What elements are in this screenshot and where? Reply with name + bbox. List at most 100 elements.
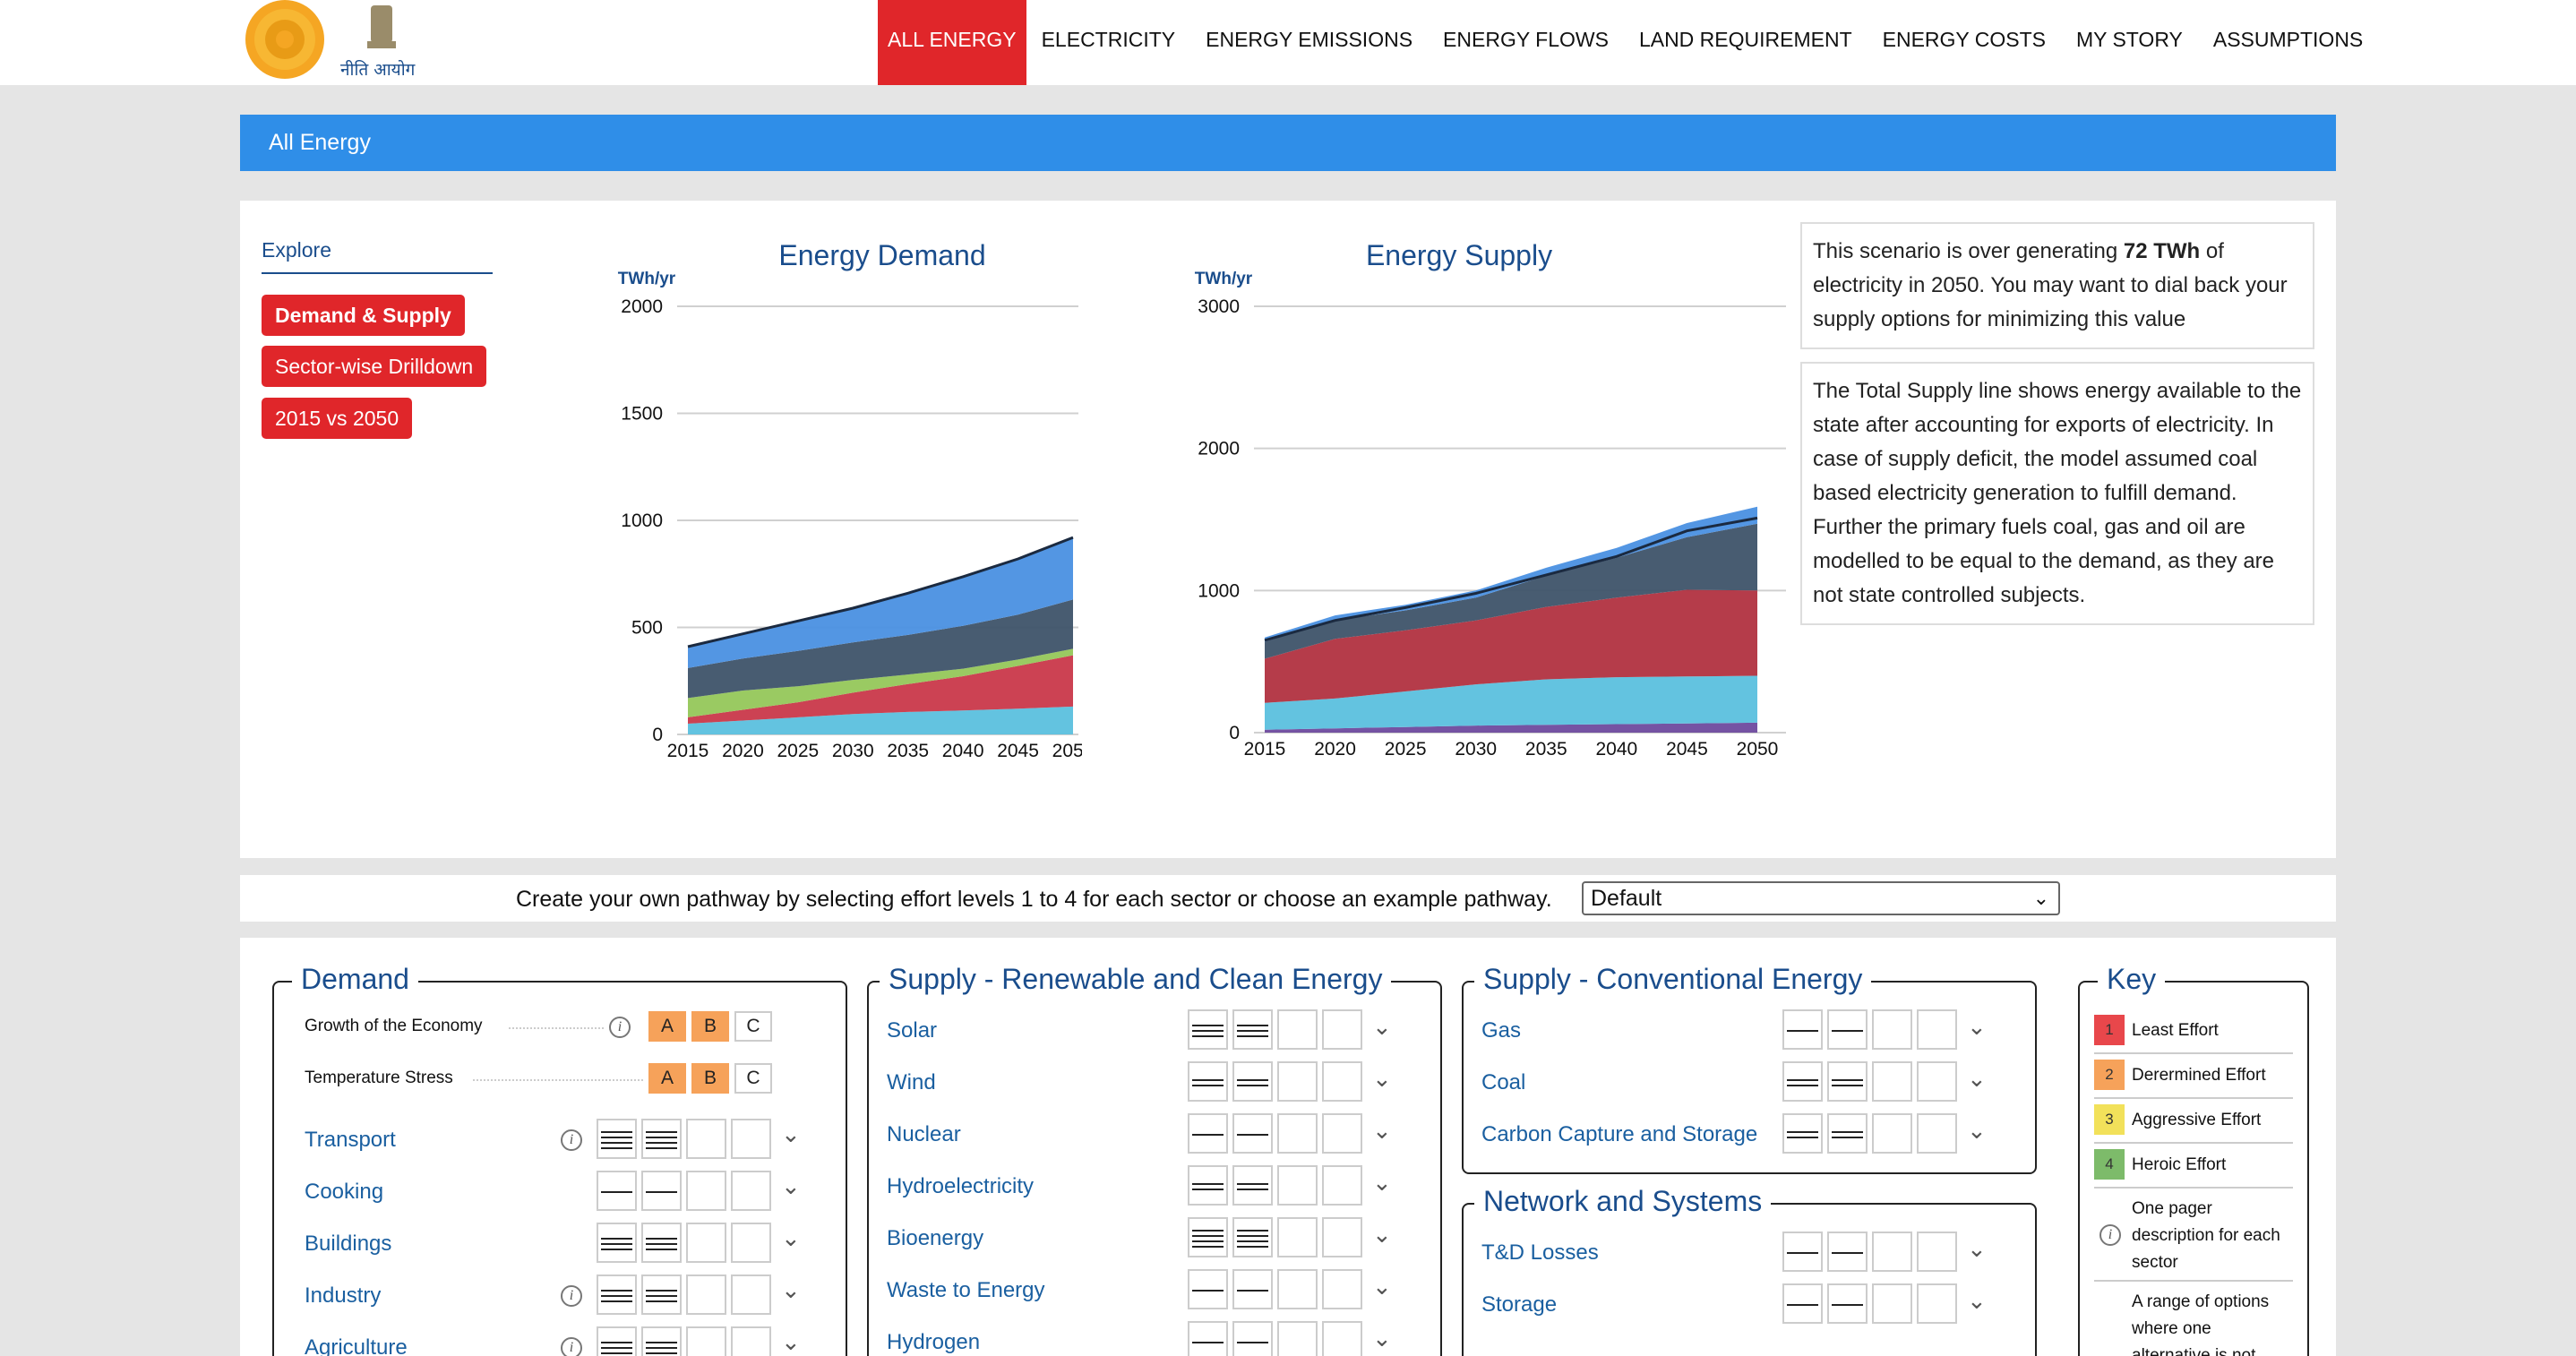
lever-solar[interactable]: Solar: [887, 1018, 937, 1043]
effort-level-box-1[interactable]: [1188, 1165, 1228, 1206]
lever-agriculture[interactable]: Agriculture: [305, 1335, 408, 1356]
lever-industry[interactable]: Industry: [305, 1283, 381, 1309]
effort-level-box-2[interactable]: [1232, 1165, 1273, 1206]
chevron-down-icon[interactable]: ⌄: [1372, 1273, 1392, 1300]
effort-level-box-2[interactable]: [641, 1119, 682, 1159]
effort-level-box-4[interactable]: [731, 1171, 771, 1211]
effort-level-box-3[interactable]: [1872, 1009, 1912, 1050]
lever-nuclear[interactable]: Nuclear: [887, 1122, 961, 1147]
effort-level-box-3[interactable]: [1872, 1283, 1912, 1324]
effort-level-box-1[interactable]: [1188, 1009, 1228, 1050]
nav-all-energy[interactable]: ALL ENERGY: [878, 0, 1026, 85]
effort-level-box-3[interactable]: [686, 1223, 726, 1263]
effort-level-box-2[interactable]: [1232, 1269, 1273, 1309]
chevron-down-icon[interactable]: ⌄: [1372, 1169, 1392, 1197]
effort-level-box-1[interactable]: [1782, 1061, 1823, 1102]
effort-level-box-4[interactable]: [1917, 1113, 1957, 1154]
chevron-down-icon[interactable]: ⌄: [1372, 1325, 1392, 1352]
effort-level-box-3[interactable]: [1277, 1009, 1318, 1050]
effort-level-box-4[interactable]: [1322, 1061, 1362, 1102]
effort-level-box-4[interactable]: [1322, 1321, 1362, 1356]
chevron-down-icon[interactable]: ⌄: [1967, 1013, 1987, 1041]
effort-level-box-1[interactable]: [1188, 1217, 1228, 1257]
effort-level-box-3[interactable]: [1277, 1113, 1318, 1154]
nav-land-requirement[interactable]: LAND REQUIREMENT: [1624, 0, 1868, 85]
lever-transport[interactable]: Transport: [305, 1128, 396, 1153]
effort-level-box-1[interactable]: [1782, 1232, 1823, 1272]
effort-level-box-3[interactable]: [1872, 1232, 1912, 1272]
temperature-option-b[interactable]: B: [691, 1063, 729, 1094]
chevron-down-icon[interactable]: ⌄: [1967, 1235, 1987, 1263]
effort-level-box-3[interactable]: [1277, 1269, 1318, 1309]
nav-energy-costs[interactable]: ENERGY COSTS: [1868, 0, 2061, 85]
info-icon[interactable]: i: [561, 1129, 582, 1151]
effort-level-box-4[interactable]: [1322, 1269, 1362, 1309]
effort-level-box-2[interactable]: [1232, 1009, 1273, 1050]
effort-level-box-3[interactable]: [1277, 1217, 1318, 1257]
info-icon[interactable]: i: [2099, 1224, 2121, 1246]
chevron-down-icon[interactable]: ⌄: [1372, 1065, 1392, 1093]
nav-energy-emissions[interactable]: ENERGY EMISSIONS: [1190, 0, 1428, 85]
effort-level-box-4[interactable]: [1322, 1165, 1362, 1206]
effort-level-box-2[interactable]: [641, 1326, 682, 1356]
temperature-option-a[interactable]: A: [648, 1063, 686, 1094]
chevron-down-icon[interactable]: ⌄: [1372, 1117, 1392, 1145]
lever-waste-to-energy[interactable]: Waste to Energy: [887, 1278, 1045, 1303]
effort-level-box-1[interactable]: [1188, 1113, 1228, 1154]
effort-level-box-2[interactable]: [1827, 1061, 1868, 1102]
effort-level-box-4[interactable]: [1917, 1009, 1957, 1050]
effort-level-box-3[interactable]: [1872, 1113, 1912, 1154]
effort-level-box-2[interactable]: [1232, 1061, 1273, 1102]
chevron-down-icon[interactable]: ⌄: [1967, 1117, 1987, 1145]
effort-level-box-1[interactable]: [1782, 1009, 1823, 1050]
effort-level-box-4[interactable]: [1322, 1113, 1362, 1154]
info-icon[interactable]: i: [561, 1337, 582, 1356]
chevron-down-icon[interactable]: ⌄: [781, 1276, 801, 1304]
effort-level-box-3[interactable]: [686, 1119, 726, 1159]
lever-bioenergy[interactable]: Bioenergy: [887, 1226, 983, 1251]
demand-supply-button[interactable]: Demand & Supply: [262, 295, 465, 336]
effort-level-box-1[interactable]: [597, 1171, 637, 1211]
info-icon[interactable]: i: [609, 1017, 631, 1038]
effort-level-box-3[interactable]: [686, 1171, 726, 1211]
effort-level-box-1[interactable]: [1188, 1269, 1228, 1309]
effort-level-box-2[interactable]: [1232, 1321, 1273, 1356]
effort-level-box-1[interactable]: [1188, 1061, 1228, 1102]
effort-level-box-4[interactable]: [731, 1326, 771, 1356]
effort-level-box-3[interactable]: [1277, 1165, 1318, 1206]
growth-option-a[interactable]: A: [648, 1011, 686, 1042]
effort-level-box-1[interactable]: [597, 1326, 637, 1356]
effort-level-box-3[interactable]: [686, 1274, 726, 1315]
effort-level-box-2[interactable]: [1827, 1232, 1868, 1272]
effort-level-box-2[interactable]: [641, 1171, 682, 1211]
nav-electricity[interactable]: ELECTRICITY: [1026, 0, 1191, 85]
chevron-down-icon[interactable]: ⌄: [781, 1172, 801, 1200]
lever-hydrogen[interactable]: Hydrogen: [887, 1330, 980, 1355]
lever-carbon-capture-and-storage[interactable]: Carbon Capture and Storage: [1481, 1122, 1757, 1147]
effort-level-box-1[interactable]: [1188, 1321, 1228, 1356]
lever-cooking[interactable]: Cooking: [305, 1180, 383, 1205]
effort-level-box-1[interactable]: [597, 1274, 637, 1315]
lever-buildings[interactable]: Buildings: [305, 1232, 391, 1257]
lever-coal[interactable]: Coal: [1481, 1070, 1525, 1095]
effort-level-box-2[interactable]: [1827, 1283, 1868, 1324]
effort-level-box-1[interactable]: [597, 1223, 637, 1263]
pathway-select[interactable]: Default ⌄: [1582, 881, 2060, 915]
chevron-down-icon[interactable]: ⌄: [1372, 1013, 1392, 1041]
2015-vs-2050-button[interactable]: 2015 vs 2050: [262, 398, 413, 439]
lever-t-d-losses[interactable]: T&D Losses: [1481, 1240, 1599, 1266]
effort-level-box-3[interactable]: [1277, 1061, 1318, 1102]
effort-level-box-4[interactable]: [1322, 1009, 1362, 1050]
effort-level-box-4[interactable]: [731, 1119, 771, 1159]
effort-level-box-2[interactable]: [641, 1223, 682, 1263]
chevron-down-icon[interactable]: ⌄: [1372, 1221, 1392, 1249]
growth-option-c[interactable]: C: [734, 1011, 772, 1042]
chevron-down-icon[interactable]: ⌄: [781, 1328, 801, 1356]
effort-level-box-2[interactable]: [1232, 1217, 1273, 1257]
nav-my-story[interactable]: MY STORY: [2061, 0, 2198, 85]
temperature-option-c[interactable]: C: [734, 1063, 772, 1094]
lever-hydroelectricity[interactable]: Hydroelectricity: [887, 1174, 1034, 1199]
effort-level-box-4[interactable]: [1322, 1217, 1362, 1257]
chevron-down-icon[interactable]: ⌄: [1967, 1287, 1987, 1315]
info-icon[interactable]: i: [561, 1285, 582, 1307]
